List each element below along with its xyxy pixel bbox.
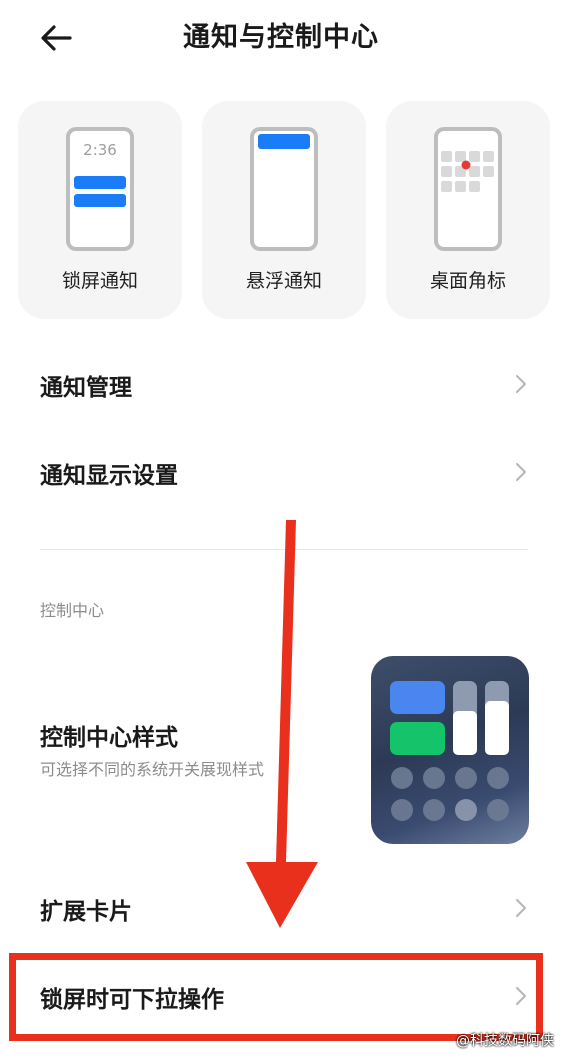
card-lockscreen-notification[interactable]: 2:36 锁屏通知 — [18, 101, 182, 319]
card-label: 锁屏通知 — [61, 270, 138, 292]
row-title: 通知管理 — [40, 375, 132, 401]
card-label: 桌面角标 — [429, 270, 506, 292]
floating-notification-icon — [250, 127, 318, 251]
notification-cards: 2:36 锁屏通知 悬浮通知 桌面角标 — [18, 101, 550, 319]
section-label-control-center: 控制中心 — [40, 601, 105, 620]
app-grid — [441, 151, 494, 192]
card-desktop-badge[interactable]: 桌面角标 — [386, 101, 550, 319]
row-title: 控制中心样式 — [40, 725, 178, 751]
watermark: @科技数码阿侠 — [456, 1033, 554, 1049]
floating-banner — [258, 134, 310, 149]
expand-cards-row[interactable]: 扩展卡片 — [0, 876, 562, 940]
notification-bar — [74, 176, 126, 189]
control-center-preview[interactable] — [371, 656, 529, 844]
row-subtitle: 可选择不同的系统开关展现样式 — [40, 760, 265, 779]
card-label: 悬浮通知 — [245, 270, 322, 292]
lockscreen-clock: 2:36 — [83, 141, 117, 159]
header: 通知与控制中心 — [0, 0, 562, 80]
chevron-right-icon — [516, 375, 526, 393]
divider — [40, 549, 528, 550]
lockscreen-notification-icon: 2:36 — [66, 127, 134, 251]
card-floating-notification[interactable]: 悬浮通知 — [202, 101, 366, 319]
notification-management-row[interactable]: 通知管理 — [0, 352, 562, 416]
control-center-preview-graphic — [390, 681, 509, 821]
chevron-right-icon — [516, 463, 526, 481]
highlight-box — [9, 953, 543, 1041]
row-title: 扩展卡片 — [40, 899, 132, 925]
notification-bar — [74, 194, 126, 207]
notification-display-row[interactable]: 通知显示设置 — [0, 440, 562, 504]
badge-icon — [434, 127, 502, 251]
chevron-right-icon — [516, 899, 526, 917]
row-title: 通知显示设置 — [40, 463, 178, 489]
page-title: 通知与控制中心 — [183, 22, 379, 53]
